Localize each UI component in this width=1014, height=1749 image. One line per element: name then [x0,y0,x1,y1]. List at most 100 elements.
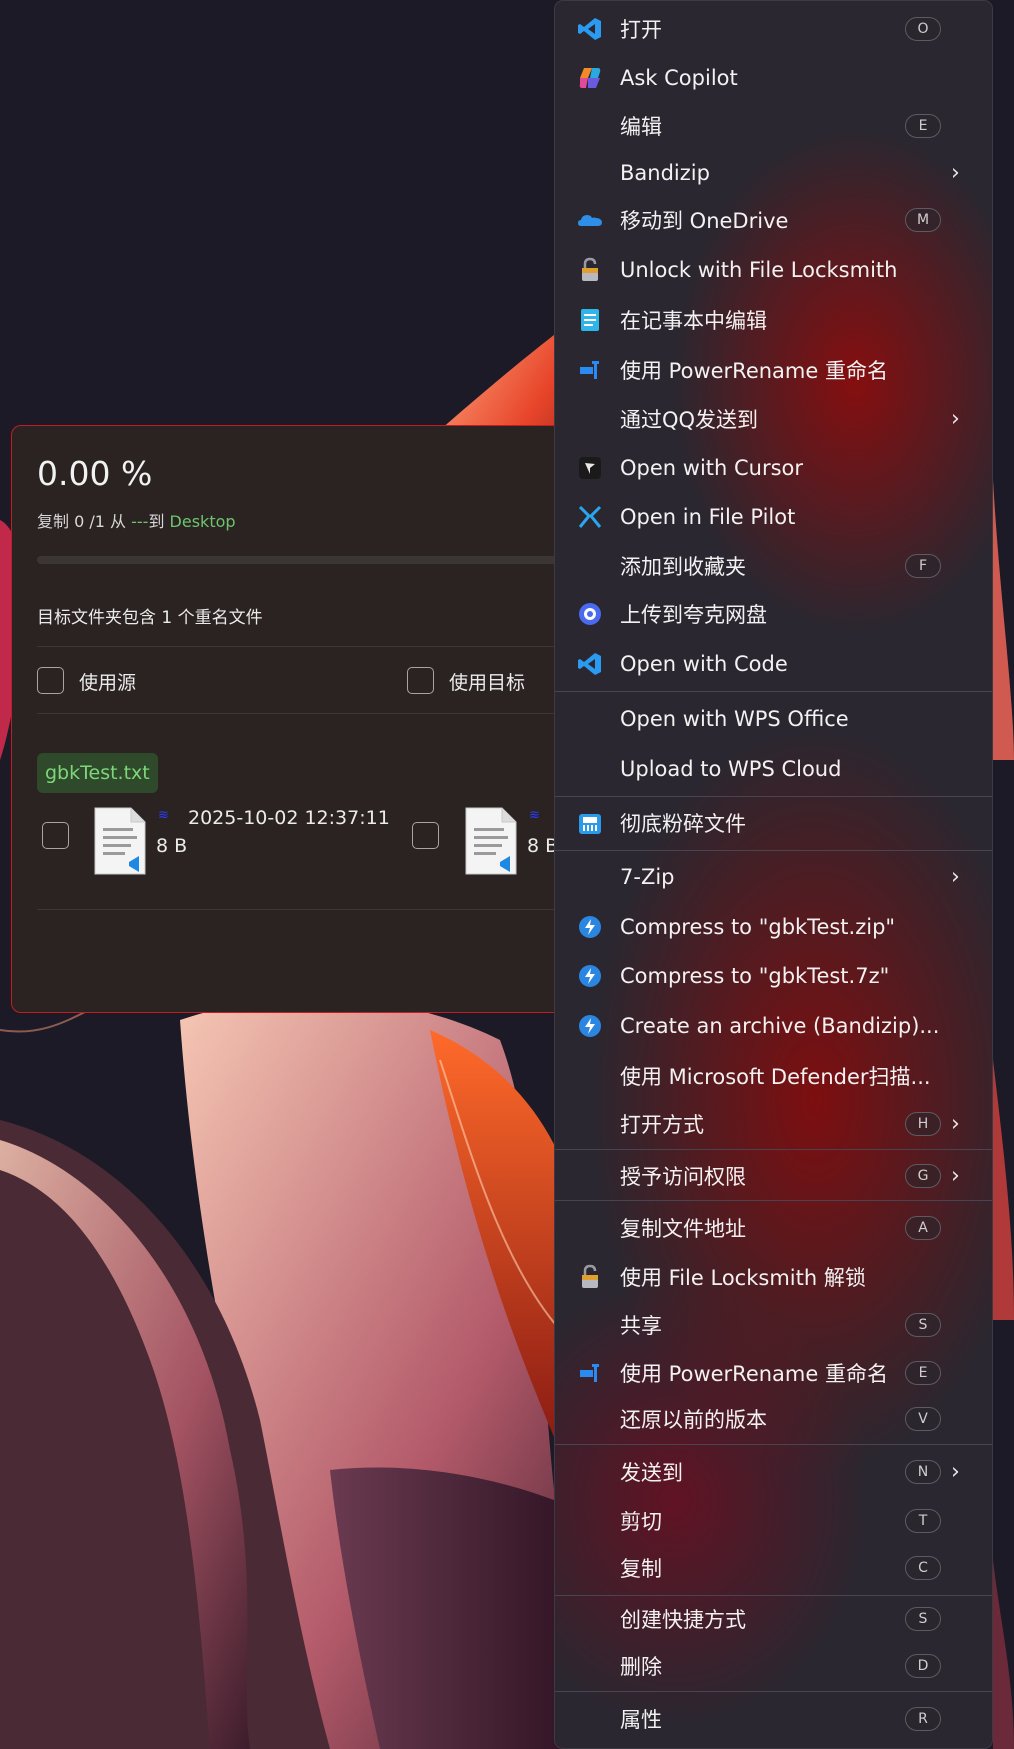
filepilot-icon [577,504,603,530]
menu-item[interactable]: 发送到 N › [555,1450,992,1494]
menu-item-label: Open with WPS Office [620,707,849,731]
menu-item[interactable]: 复制文件地址 A [555,1206,992,1250]
menu-item-label: 上传到夸克网盘 [620,603,767,627]
menu-item[interactable]: 彻底粉碎文件 [555,801,992,845]
menu-item[interactable]: 共享 S [555,1303,992,1347]
menu-item-label: 在记事本中编辑 [620,309,767,333]
access-key-badge: A [905,1216,941,1240]
chevron-right-icon: › [951,1459,960,1485]
access-key-badge: S [905,1607,941,1631]
menu-item[interactable]: 授予访问权限 G › [555,1154,992,1198]
menu-item-label: Compress to "gbkTest.zip" [620,915,896,939]
vscode-icon [577,16,603,42]
powerrename-icon [577,1360,603,1386]
notepad-icon [577,307,603,333]
menu-separator [555,1691,992,1692]
menu-item-label: 删除 [620,1655,662,1679]
menu-item-label: Upload to WPS Cloud [620,757,842,781]
file-name-chip: gbkTest.txt [37,753,158,793]
menu-item[interactable]: 属性 R [555,1697,992,1741]
access-key-badge: M [905,208,941,232]
menu-item-label: Open with Code [620,652,788,676]
target-file-checkbox[interactable] [412,822,439,849]
menu-item[interactable]: 使用 File Locksmith 解锁 [555,1255,992,1299]
menu-separator [555,850,992,851]
source-file-checkbox[interactable] [42,822,69,849]
onedrive-icon [577,207,603,233]
menu-separator [555,691,992,692]
menu-item-label: 7-Zip [620,865,675,889]
menu-item-label: Bandizip [620,161,710,185]
menu-item-label: 彻底粉碎文件 [620,812,746,836]
use-target-label: 使用目标 [449,672,526,694]
vscode-badge-icon: ≋ [529,808,540,823]
menu-item[interactable]: 使用 PowerRename 重命名 E [555,1351,992,1395]
copy-subtitle-dest: Desktop [169,512,236,531]
vscode-badge-icon: ≋ [158,808,169,823]
menu-separator [555,796,992,797]
copilot-icon [577,65,603,91]
menu-item[interactable]: 添加到收藏夹 F [555,544,992,588]
menu-item[interactable]: 删除 D [555,1644,992,1688]
menu-item[interactable]: 7-Zip › [555,855,992,899]
menu-item[interactable]: Open in File Pilot [555,495,992,539]
menu-item-label: 复制 [620,1557,662,1581]
menu-item[interactable]: 上传到夸克网盘 [555,592,992,636]
bandizip-icon [577,963,603,989]
menu-item[interactable]: 打开方式 H › [555,1102,992,1146]
source-file-date: 2025-10-02 12:37:11 [188,807,390,829]
vscode-icon [577,651,603,677]
copy-subtitle: 复制 0 /1 从 ---到 Desktop [37,508,236,532]
copy-percent: 0.00 % [37,454,153,493]
menu-item[interactable]: 使用 PowerRename 重命名 [555,348,992,392]
access-key-badge: C [905,1556,941,1580]
menu-item[interactable]: Open with WPS Office [555,697,992,741]
menu-item-label: Compress to "gbkTest.7z" [620,964,890,988]
menu-item[interactable]: Bandizip › [555,151,992,195]
access-key-badge: T [905,1509,941,1533]
menu-item[interactable]: 打开 O [555,7,992,51]
menu-item-label: 发送到 [620,1461,683,1485]
chevron-right-icon: › [951,160,960,186]
menu-item[interactable]: Compress to "gbkTest.7z" [555,954,992,998]
chevron-right-icon: › [951,1111,960,1137]
menu-item[interactable]: Open with Cursor [555,446,992,490]
menu-item-label: 属性 [620,1708,662,1732]
menu-item[interactable]: 编辑 E [555,104,992,148]
menu-item-label: Create an archive (Bandizip)... [620,1014,940,1038]
bandizip-icon [577,914,603,940]
menu-item[interactable]: 使用 Microsoft Defender扫描... [555,1054,992,1098]
text-file-icon [465,807,517,875]
access-key-badge: V [905,1407,941,1431]
access-key-badge: N [905,1460,941,1484]
menu-item[interactable]: Open with Code [555,642,992,686]
menu-item-label: Ask Copilot [620,66,738,90]
menu-item[interactable]: 复制 C [555,1546,992,1590]
chevron-right-icon: › [951,1163,960,1189]
access-key-badge: G [905,1164,941,1188]
use-target-checkbox[interactable] [407,667,434,694]
use-source-checkbox[interactable] [37,667,64,694]
bandizip-icon [577,1013,603,1039]
access-key-badge: H [905,1112,941,1136]
source-file-size: 8 B [156,835,188,857]
menu-item[interactable]: 剪切 T [555,1499,992,1543]
menu-item-label: 共享 [620,1314,662,1338]
menu-item[interactable]: 还原以前的版本 V [555,1397,992,1441]
access-key-badge: R [905,1707,941,1731]
menu-item[interactable]: 移动到 OneDrive M [555,198,992,242]
menu-item-label: 打开方式 [620,1113,704,1137]
duplicate-file-message: 目标文件夹包含 1 个重名文件 [37,608,263,628]
menu-item[interactable]: 通过QQ发送到 › [555,397,992,441]
menu-item[interactable]: Create an archive (Bandizip)... [555,1004,992,1048]
menu-item[interactable]: Unlock with File Locksmith [555,248,992,292]
copy-subtitle-prefix: 复制 0 /1 从 [37,512,127,531]
powerrename-icon [577,357,603,383]
menu-item[interactable]: 创建快捷方式 S [555,1597,992,1641]
menu-item[interactable]: Compress to "gbkTest.zip" [555,905,992,949]
menu-item-label: 编辑 [620,115,662,139]
menu-item[interactable]: 在记事本中编辑 [555,298,992,342]
menu-item[interactable]: Upload to WPS Cloud [555,747,992,791]
access-key-badge: E [905,114,941,138]
menu-item[interactable]: Ask Copilot [555,56,992,100]
